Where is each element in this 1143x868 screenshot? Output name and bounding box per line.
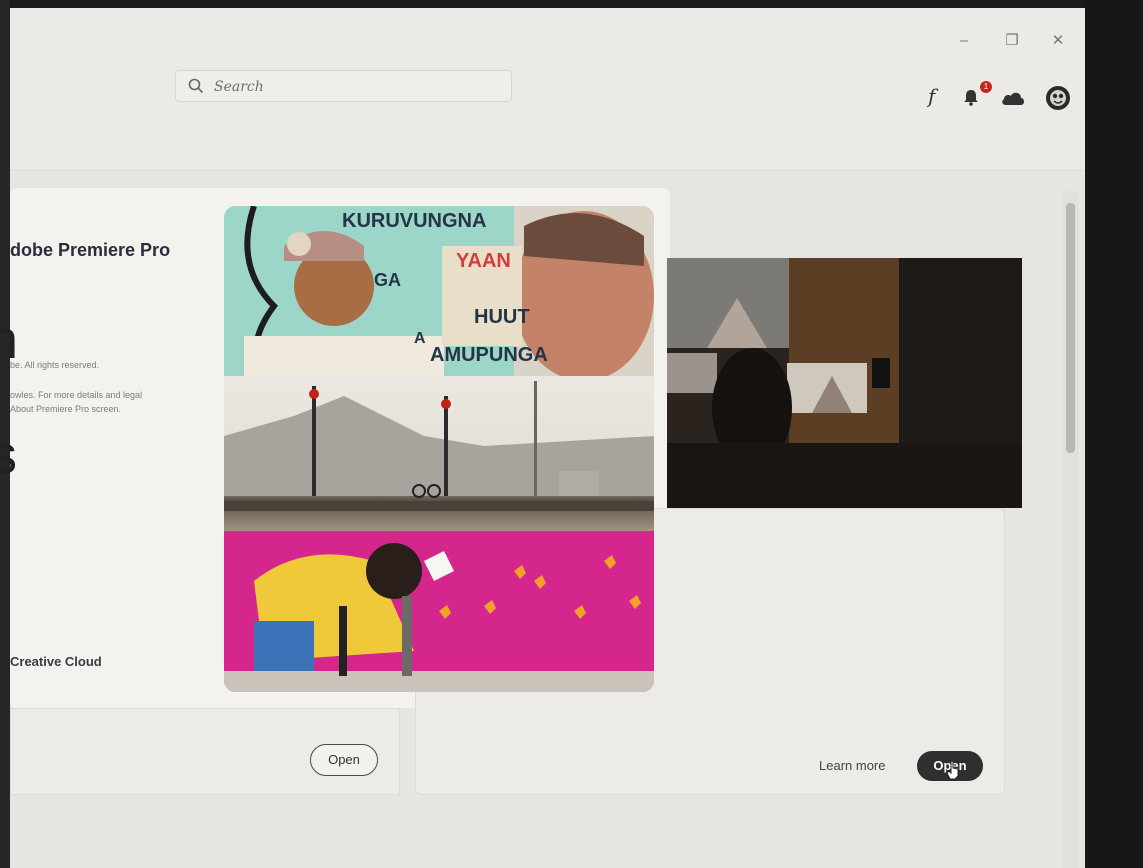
mural-word-a: A — [414, 330, 426, 347]
splash-panel-mural: KURUVUNGNA YAAN GA HUUT AMUPUNGA A — [224, 206, 654, 376]
notification-badge: 1 — [980, 81, 992, 93]
close-button[interactable]: ✕ — [1044, 30, 1072, 52]
fonts-icon[interactable]: f — [928, 84, 935, 108]
open-button-left[interactable]: Open — [310, 744, 378, 776]
overlay-glyph-s: s — [0, 425, 17, 485]
mural-word-amupunga: AMUPUNGA — [430, 344, 548, 366]
mural-word-kuruvungna: KURUVUNGNA — [342, 210, 487, 232]
restore-button[interactable]: ❐ — [998, 30, 1026, 52]
hand-cursor-icon — [946, 760, 959, 780]
video-thumbnail[interactable] — [667, 258, 1022, 508]
creative-cloud-app-window: – ❐ ✕ f 1 dobe Premiere Pro be. All righ… — [0, 8, 1085, 868]
monitor-bezel-right — [1085, 0, 1143, 868]
splash-panel-railway — [224, 376, 654, 531]
vertical-scrollbar[interactable] — [1062, 191, 1078, 868]
about-credits-line-1: owles. For more details and legal — [10, 390, 143, 400]
title-bar: – ❐ ✕ f 1 — [10, 8, 1085, 118]
search-icon — [188, 78, 204, 94]
mural-word-huut: HUUT — [474, 306, 530, 328]
about-app-title: dobe Premiere Pro — [10, 240, 171, 260]
minimize-button[interactable]: – — [950, 30, 978, 52]
cloud-icon[interactable] — [1000, 90, 1026, 106]
mural-word-yaan: YAAN — [456, 250, 511, 272]
search-input[interactable] — [212, 76, 496, 98]
scrollbar-thumb[interactable] — [1066, 203, 1075, 453]
video-thumbnail-image — [667, 258, 1022, 508]
railway-art — [224, 381, 654, 511]
overlay-glyph-n: n — [0, 310, 19, 370]
photo-of-screen: – ❐ ✕ f 1 dobe Premiere Pro be. All righ… — [0, 0, 1143, 868]
learn-more-link[interactable]: Learn more — [819, 758, 885, 773]
premiere-splash-image: KURUVUNGNA YAAN GA HUUT AMUPUNGA A — [224, 206, 654, 692]
about-copyright: be. All rights reserved. — [10, 360, 100, 370]
butterfly-mural-art — [224, 531, 654, 692]
monitor-bezel-top — [0, 0, 1143, 8]
splash-panel-butterfly-mural — [224, 531, 654, 692]
search-bar[interactable] — [175, 70, 512, 102]
mural-word-ga: GA — [374, 270, 401, 290]
avatar[interactable] — [1045, 85, 1071, 111]
creative-cloud-label: Creative Cloud — [10, 654, 102, 669]
bell-icon[interactable] — [962, 88, 980, 106]
about-credits-line-2: About Premiere Pro screen. — [10, 404, 122, 414]
sub-navigation-bar — [10, 118, 1085, 171]
